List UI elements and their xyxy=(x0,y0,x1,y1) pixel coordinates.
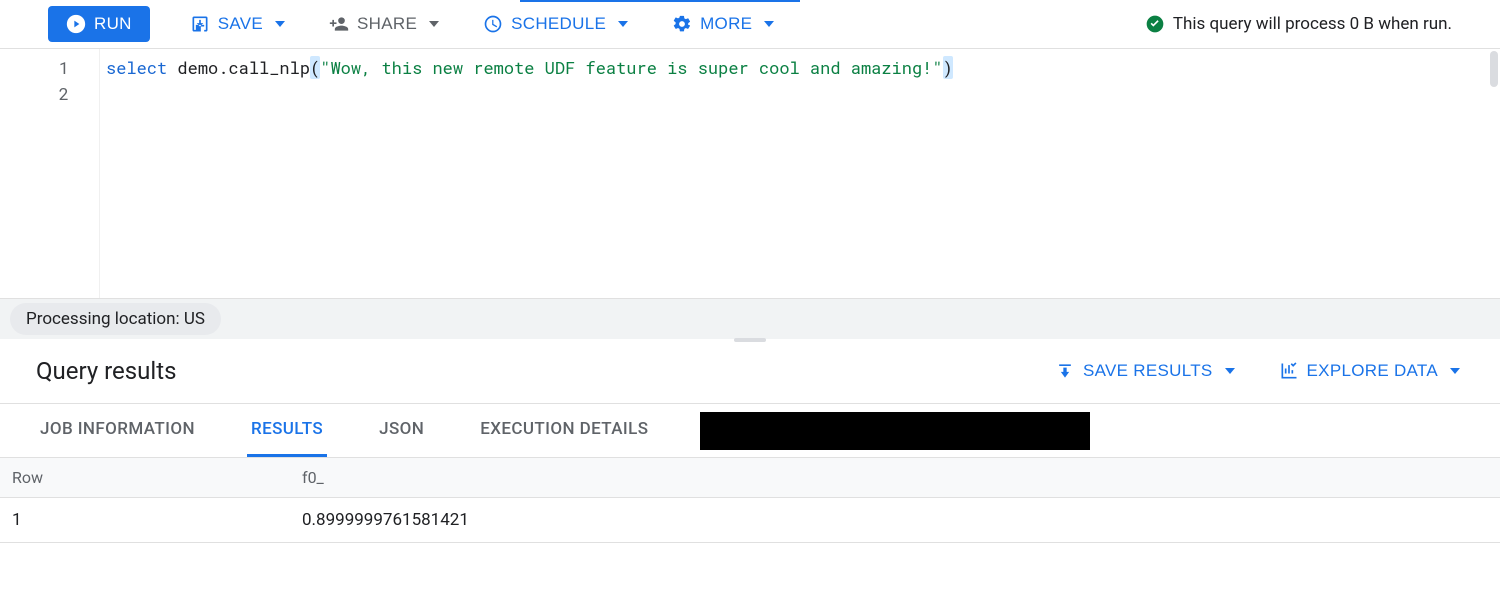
clock-icon xyxy=(483,14,503,34)
schedule-label: SCHEDULE xyxy=(511,14,606,34)
col-header-row: Row xyxy=(12,468,302,487)
open-paren: ( xyxy=(310,56,320,79)
check-circle-icon xyxy=(1145,14,1165,34)
sql-string: "Wow, this new remote UDF feature is sup… xyxy=(320,56,942,79)
tab-results[interactable]: RESULTS xyxy=(247,404,327,457)
table-row: 1 0.8999999761581421 xyxy=(0,498,1500,543)
tab-label: EXECUTION DETAILS xyxy=(480,419,648,439)
chevron-down-icon xyxy=(275,21,285,27)
line-gutter: 1 2 xyxy=(0,49,100,298)
tab-label: JSON xyxy=(379,419,424,439)
sql-func: demo.call_nlp xyxy=(167,56,310,79)
cell-value: 0.8999999761581421 xyxy=(302,510,1488,530)
save-results-button[interactable]: SAVE RESULTS xyxy=(1051,355,1239,387)
chevron-down-icon xyxy=(429,21,439,27)
more-button[interactable]: MORE xyxy=(668,8,778,40)
processing-location-pill: Processing location: US xyxy=(10,303,221,335)
explore-data-label: EXPLORE DATA xyxy=(1307,361,1438,381)
results-title: Query results xyxy=(36,357,176,385)
chevron-down-icon xyxy=(618,21,628,27)
results-table-header: Row f0_ xyxy=(0,458,1500,498)
run-button[interactable]: RUN xyxy=(48,6,150,42)
save-icon xyxy=(190,14,210,34)
line-number: 1 xyxy=(0,55,69,81)
save-button[interactable]: SAVE xyxy=(186,8,289,40)
result-tabs: JOB INFORMATION RESULTS JSON EXECUTION D… xyxy=(0,404,1500,458)
close-paren: ) xyxy=(943,56,953,79)
tab-job-information[interactable]: JOB INFORMATION xyxy=(36,404,199,457)
sql-keyword: select xyxy=(106,56,167,79)
results-actions: SAVE RESULTS EXPLORE DATA xyxy=(1051,355,1464,387)
toolbar: RUN SAVE SHARE SCHEDULE MORE This query … xyxy=(0,0,1500,49)
chevron-down-icon xyxy=(764,21,774,27)
tab-execution-details[interactable]: EXECUTION DETAILS xyxy=(476,404,652,457)
tab-label: JOB INFORMATION xyxy=(40,419,195,439)
chevron-down-icon xyxy=(1450,368,1460,374)
location-text: Processing location: US xyxy=(26,309,205,329)
explore-data-button[interactable]: EXPLORE DATA xyxy=(1275,355,1464,387)
download-icon xyxy=(1055,361,1075,381)
line-number: 2 xyxy=(0,81,69,107)
share-button[interactable]: SHARE xyxy=(325,8,443,40)
query-status: This query will process 0 B when run. xyxy=(1145,14,1452,34)
active-tab-indicator xyxy=(520,0,800,2)
chart-icon xyxy=(1279,361,1299,381)
results-header: Query results SAVE RESULTS EXPLORE DATA xyxy=(0,339,1500,404)
cell-row: 1 xyxy=(12,510,302,530)
person-add-icon xyxy=(329,14,349,34)
col-header-f0: f0_ xyxy=(302,468,1488,487)
tab-label: RESULTS xyxy=(251,419,323,439)
run-label: RUN xyxy=(94,14,132,34)
redacted-block xyxy=(700,412,1090,450)
chevron-down-icon xyxy=(1225,368,1235,374)
location-bar: Processing location: US xyxy=(0,299,1500,339)
code-area[interactable]: select demo.call_nlp("Wow, this new remo… xyxy=(100,49,1500,298)
more-label: MORE xyxy=(700,14,752,34)
sql-editor[interactable]: 1 2 select demo.call_nlp("Wow, this new … xyxy=(0,49,1500,299)
status-text: This query will process 0 B when run. xyxy=(1173,14,1452,34)
save-label: SAVE xyxy=(218,14,263,34)
drag-handle[interactable] xyxy=(734,338,766,342)
scrollbar[interactable] xyxy=(1490,51,1498,87)
gear-icon xyxy=(672,14,692,34)
schedule-button[interactable]: SCHEDULE xyxy=(479,8,632,40)
tab-json[interactable]: JSON xyxy=(375,404,428,457)
save-results-label: SAVE RESULTS xyxy=(1083,361,1213,381)
share-label: SHARE xyxy=(357,14,417,34)
play-icon xyxy=(66,14,86,34)
